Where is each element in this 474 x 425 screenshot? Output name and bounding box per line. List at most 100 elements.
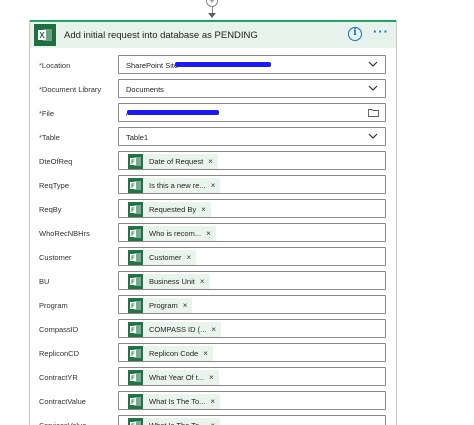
param-input-contractvalue[interactable]: F What Is The To... × xyxy=(118,391,386,410)
param-label-reqtype: ReqType xyxy=(39,181,69,190)
param-label-table: *Table xyxy=(39,133,60,142)
remove-token-icon[interactable]: × xyxy=(208,157,213,166)
param-input-location[interactable]: SharePoint Site - xyxy=(118,55,386,74)
param-label-bu: BU xyxy=(39,277,49,286)
connector-arrow-icon xyxy=(208,13,216,18)
remove-token-icon[interactable]: × xyxy=(210,397,215,406)
param-label-text: Customer xyxy=(39,253,72,262)
param-value: Documents xyxy=(126,85,164,94)
redaction-mark xyxy=(175,62,271,67)
svg-text:F: F xyxy=(131,184,135,190)
token-label: Program xyxy=(149,301,178,310)
remove-token-icon[interactable]: × xyxy=(206,229,211,238)
token-label: What Is The To... xyxy=(149,421,205,425)
param-input-file[interactable]: / xyxy=(118,103,386,122)
redaction-mark xyxy=(127,110,219,115)
token-label: Date of Request xyxy=(149,157,204,166)
info-icon[interactable]: i xyxy=(348,27,362,41)
param-input-contractyr[interactable]: F What Year Of t... × xyxy=(118,367,386,386)
param-input-document-library[interactable]: Documents xyxy=(118,79,386,98)
param-input-customer[interactable]: F Customer × xyxy=(118,247,386,266)
param-label-text: ContractYR xyxy=(39,373,78,382)
forms-icon: F xyxy=(128,274,143,289)
dynamic-content-token[interactable]: F Customer × xyxy=(128,250,197,265)
remove-token-icon[interactable]: × xyxy=(211,181,216,190)
param-row-customer: Customer F Customer × xyxy=(30,247,398,267)
remove-token-icon[interactable]: × xyxy=(210,421,215,425)
dynamic-content-token[interactable]: F Is this a new re... × xyxy=(128,178,221,193)
token-label: COMPASS ID (... xyxy=(149,325,207,334)
dynamic-content-token[interactable]: F Business Unit × xyxy=(128,274,210,289)
dynamic-content-token[interactable]: F Requested By × xyxy=(128,202,211,217)
dynamic-content-token[interactable]: F Program × xyxy=(128,298,193,313)
chevron-down-icon[interactable] xyxy=(368,60,378,68)
param-row-repliconcd: RepliconCD F Replicon Code × xyxy=(30,343,398,363)
token-label: Who is recom... xyxy=(149,229,202,238)
svg-text:F: F xyxy=(131,376,135,382)
param-row-compassid: CompassID F COMPASS ID (... × xyxy=(30,319,398,339)
param-row-dteofreq: DteOfReq F Date of Request × xyxy=(30,151,398,171)
param-row-reqby: ReqBy F Requested By × xyxy=(30,199,398,219)
param-input-bu[interactable]: F Business Unit × xyxy=(118,271,386,290)
param-input-repliconcd[interactable]: F Replicon Code × xyxy=(118,343,386,362)
param-row-program: Program F Program × xyxy=(30,295,398,315)
token-label: Is this a new re... xyxy=(149,181,206,190)
svg-text:F: F xyxy=(131,232,135,238)
param-label-document-library: *Document Library xyxy=(39,85,101,94)
action-card-header[interactable]: X Add initial request into database as P… xyxy=(30,20,396,48)
folder-icon[interactable] xyxy=(368,108,379,117)
param-input-reqtype[interactable]: F Is this a new re... × xyxy=(118,175,386,194)
more-options-icon[interactable]: ··· xyxy=(373,25,389,38)
param-row-file: *File / xyxy=(30,103,398,123)
chevron-down-icon[interactable] xyxy=(368,84,378,92)
insert-step-plus-icon[interactable]: + xyxy=(206,0,218,7)
forms-icon: F xyxy=(128,298,143,313)
param-label-contractvalue: ContractValue xyxy=(39,397,86,406)
param-row-servicesvalue: ServicesValue F What Is The To... × xyxy=(30,415,398,425)
param-label-location: *Location xyxy=(39,61,70,70)
param-label-text: CompassID xyxy=(39,325,79,334)
svg-text:F: F xyxy=(131,160,135,166)
dynamic-content-token[interactable]: F COMPASS ID (... × xyxy=(128,322,222,337)
remove-token-icon[interactable]: × xyxy=(209,373,214,382)
svg-text:X: X xyxy=(39,31,45,40)
dynamic-content-token[interactable]: F Date of Request × xyxy=(128,154,218,169)
param-row-bu: BU F Business Unit × xyxy=(30,271,398,291)
param-label-reqby: ReqBy xyxy=(39,205,62,214)
remove-token-icon[interactable]: × xyxy=(211,325,216,334)
param-input-table[interactable]: Table1 xyxy=(118,127,386,146)
param-row-contractyr: ContractYR F What Year Of t... × xyxy=(30,367,398,387)
param-row-location: *Location SharePoint Site - xyxy=(30,55,398,75)
remove-token-icon[interactable]: × xyxy=(183,301,188,310)
dynamic-content-token[interactable]: F What Is The To... × xyxy=(128,394,221,409)
param-value: Table1 xyxy=(126,133,149,142)
param-input-program[interactable]: F Program × xyxy=(118,295,386,314)
dynamic-content-token[interactable]: F Replicon Code × xyxy=(128,346,213,361)
param-label-text: RepliconCD xyxy=(39,349,80,358)
param-row-contractvalue: ContractValue F What Is The To... × xyxy=(30,391,398,411)
param-label-text: DteOfReq xyxy=(39,157,73,166)
param-label-text: ReqType xyxy=(39,181,70,190)
param-input-whorecnbhrs[interactable]: F Who is recom... × xyxy=(118,223,386,242)
param-label-servicesvalue: ServicesValue xyxy=(39,421,86,425)
remove-token-icon[interactable]: × xyxy=(203,349,208,358)
remove-token-icon[interactable]: × xyxy=(200,277,205,286)
dynamic-content-token[interactable]: F Who is recom... × xyxy=(128,226,216,241)
remove-token-icon[interactable]: × xyxy=(187,253,192,262)
dynamic-content-token[interactable]: F What Is The To... × xyxy=(128,418,221,425)
param-label-file: *File xyxy=(39,109,54,118)
param-row-document-library: *Document Library Documents xyxy=(30,79,398,99)
param-label-text: Program xyxy=(39,301,68,310)
param-label-text: ReqBy xyxy=(39,205,62,214)
param-label-text: Table xyxy=(41,133,60,142)
param-input-dteofreq[interactable]: F Date of Request × xyxy=(118,151,386,170)
param-input-servicesvalue[interactable]: F What Is The To... × xyxy=(118,415,386,425)
token-label: What Year Of t... xyxy=(149,373,205,382)
param-input-compassid[interactable]: F COMPASS ID (... × xyxy=(118,319,386,338)
svg-text:F: F xyxy=(131,256,135,262)
dynamic-content-token[interactable]: F What Year Of t... × xyxy=(128,370,219,385)
param-input-reqby[interactable]: F Requested By × xyxy=(118,199,386,218)
remove-token-icon[interactable]: × xyxy=(201,205,206,214)
param-label-contractyr: ContractYR xyxy=(39,373,78,382)
chevron-down-icon[interactable] xyxy=(368,132,378,140)
